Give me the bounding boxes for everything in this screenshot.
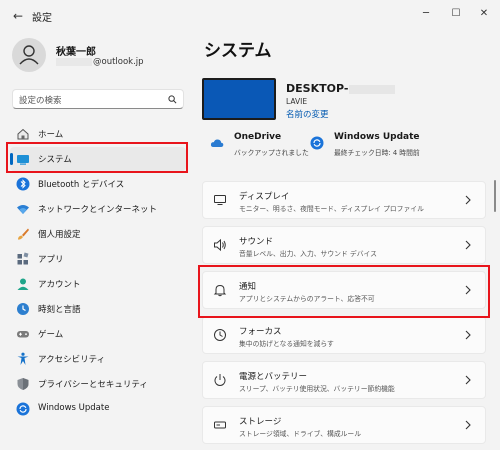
- card-title: ストレージ: [239, 417, 282, 427]
- chevron-right-icon: [465, 240, 471, 250]
- apps-icon: [17, 252, 29, 265]
- sidebar-item-label: アカウント: [38, 280, 81, 290]
- speaker-icon: [214, 238, 226, 252]
- sidebar-item-accessibility[interactable]: アクセシビリティ: [10, 347, 186, 371]
- sidebar-item-label: プライバシーとセキュリティ: [38, 380, 148, 390]
- user-email: @outlook.jp: [56, 57, 144, 67]
- windows-update-icon: [16, 402, 30, 416]
- chevron-right-icon: [465, 375, 471, 385]
- sidebar-item-personalization[interactable]: 個人用設定: [10, 222, 186, 246]
- sidebar-item-bluetooth[interactable]: Bluetooth とデバイス: [10, 172, 186, 196]
- card-description: 音量レベル、出力、入力、サウンド デバイス: [239, 250, 377, 258]
- email-domain: @outlook.jp: [93, 57, 144, 67]
- card-display[interactable]: ディスプレイ モニター、明るさ、夜間モード、ディスプレイ プロファイル: [202, 181, 486, 219]
- user-icon: [19, 45, 39, 65]
- chevron-right-icon: [465, 195, 471, 205]
- search-input[interactable]: 設定の検索: [12, 89, 184, 109]
- chevron-right-icon: [465, 330, 471, 340]
- sidebar-item-gaming[interactable]: ゲーム: [10, 322, 186, 346]
- power-icon: [214, 374, 226, 386]
- maximize-button[interactable]: ☐: [444, 4, 468, 24]
- sidebar-item-apps[interactable]: アプリ: [10, 247, 186, 271]
- windows-update-status: 最終チェック日時: 4 時間前: [334, 149, 420, 157]
- card-title: サウンド: [239, 237, 274, 247]
- sidebar-item-privacy[interactable]: プライバシーとセキュリティ: [10, 372, 186, 396]
- card-title: フォーカス: [239, 327, 282, 337]
- user-name: 秋葉一郎: [56, 47, 96, 58]
- settings-window: ← 設定 ─ ☐ ✕ 秋葉一郎 @outlook.jp 設定の検索 ホーム シス…: [0, 0, 500, 450]
- page-title: システム: [204, 41, 272, 61]
- sidebar-item-label: 時刻と言語: [38, 305, 81, 315]
- minimize-button[interactable]: ─: [414, 4, 438, 24]
- card-storage[interactable]: ストレージ ストレージ領域、ドライブ、構成ルール: [202, 406, 486, 444]
- card-power[interactable]: 電源とバッテリー スリープ、バッテリ使用状況、バッテリー節約機能: [202, 361, 486, 399]
- card-title: ディスプレイ: [239, 192, 290, 202]
- shield-icon: [17, 378, 29, 390]
- card-focus[interactable]: フォーカス 集中の妨げとなる通知を減らす: [202, 316, 486, 354]
- sidebar-item-label: アプリ: [38, 255, 64, 265]
- back-button[interactable]: ←: [10, 8, 26, 24]
- sidebar-item-label: ネットワークとインターネット: [38, 205, 158, 215]
- sidebar-item-time-language[interactable]: 時刻と言語: [10, 297, 186, 321]
- storage-icon: [214, 421, 226, 429]
- sidebar-item-accounts[interactable]: アカウント: [10, 272, 186, 296]
- card-description: ストレージ領域、ドライブ、構成ルール: [239, 430, 362, 438]
- device-name: DESKTOP-: [286, 82, 396, 95]
- search-placeholder: 設定の検索: [19, 96, 62, 106]
- sidebar-item-label: Windows Update: [38, 403, 110, 413]
- time-language-icon: [17, 303, 29, 315]
- title-bar: ← 設定 ─ ☐ ✕: [0, 0, 500, 32]
- home-icon: [17, 128, 29, 140]
- email-redaction: [56, 57, 92, 66]
- sidebar-item-windows-update[interactable]: Windows Update: [10, 397, 186, 421]
- highlight-box-notifications: [198, 265, 490, 318]
- focus-icon: [214, 329, 226, 341]
- display-icon: [214, 195, 226, 205]
- device-name-prefix: DESKTOP-: [286, 82, 349, 95]
- card-description: スリープ、バッテリ使用状況、バッテリー節約機能: [239, 385, 395, 393]
- card-title: 電源とバッテリー: [239, 372, 308, 382]
- update-status-icon[interactable]: [310, 136, 324, 150]
- sidebar-item-label: 個人用設定: [38, 230, 81, 240]
- onedrive-icon[interactable]: [210, 136, 224, 150]
- sidebar-item-label: Bluetooth とデバイス: [38, 180, 125, 190]
- brush-icon: [18, 228, 29, 240]
- card-description: 集中の妨げとなる通知を減らす: [239, 340, 334, 348]
- avatar[interactable]: [12, 38, 46, 72]
- network-icon: [17, 205, 29, 214]
- card-sound[interactable]: サウンド 音量レベル、出力、入力、サウンド デバイス: [202, 226, 486, 264]
- device-name-redaction: [349, 84, 396, 94]
- search-icon: [168, 95, 177, 104]
- sidebar-item-label: アクセシビリティ: [38, 355, 106, 365]
- onedrive-status: バックアップされました: [234, 149, 309, 157]
- sidebar-item-label: ゲーム: [38, 330, 64, 340]
- gamepad-icon: [17, 331, 29, 338]
- device-image: [202, 78, 276, 120]
- scrollbar[interactable]: [494, 180, 496, 212]
- app-title: 設定: [32, 13, 52, 24]
- accessibility-icon: [17, 352, 29, 365]
- sidebar-item-label: ホーム: [38, 130, 64, 140]
- sidebar-item-network[interactable]: ネットワークとインターネット: [10, 197, 186, 221]
- onedrive-title[interactable]: OneDrive: [234, 132, 281, 142]
- device-model: LAVIE: [286, 97, 308, 106]
- highlight-box-system: [6, 142, 188, 173]
- card-description: モニター、明るさ、夜間モード、ディスプレイ プロファイル: [239, 205, 424, 213]
- close-button[interactable]: ✕: [472, 4, 496, 24]
- chevron-right-icon: [465, 420, 471, 430]
- windows-update-title[interactable]: Windows Update: [334, 132, 420, 142]
- rename-link[interactable]: 名前の変更: [286, 108, 329, 120]
- account-icon: [17, 278, 29, 290]
- bluetooth-icon: [16, 177, 30, 191]
